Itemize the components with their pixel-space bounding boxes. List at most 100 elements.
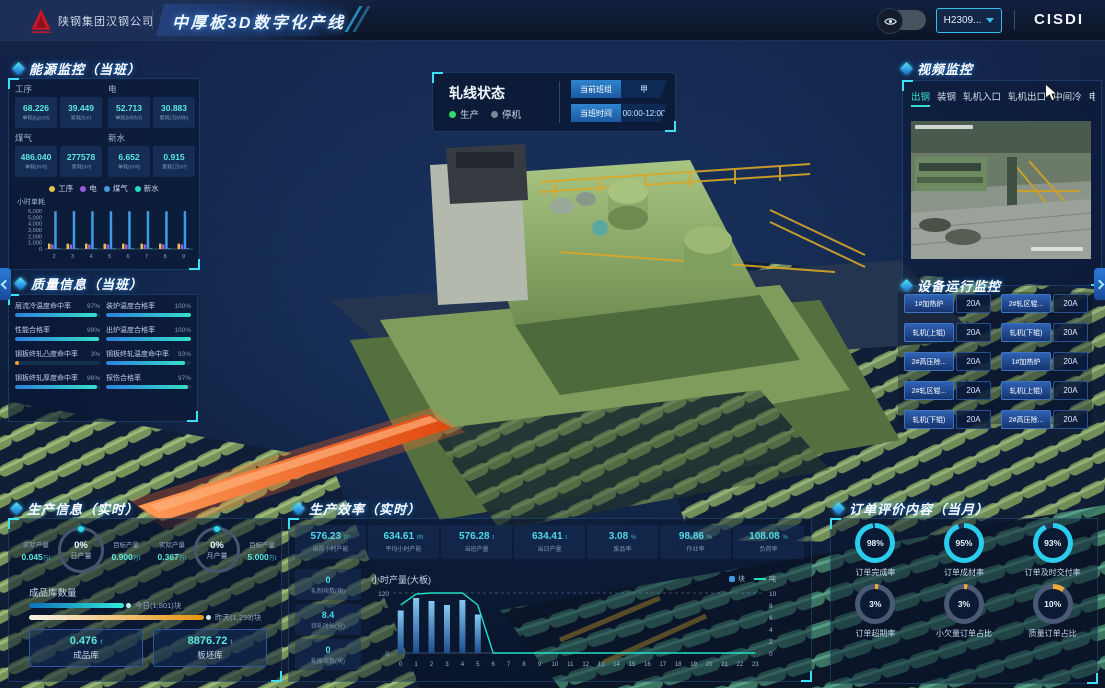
- video-tab-电加热[interactable]: 电加热: [1089, 89, 1095, 107]
- bar-end-dot: [206, 615, 211, 620]
- gauge-actual-label: 实际产量: [17, 539, 55, 549]
- panel-collapse-left[interactable]: [0, 268, 11, 300]
- banner-value: 甲: [621, 80, 667, 98]
- metric-value: 277578: [67, 152, 95, 162]
- efficiency-stat: 576.23 t/h 当前小时产能: [295, 525, 366, 559]
- quality-label: 层流冷温度命中率: [15, 301, 71, 311]
- legend-dot: [135, 186, 141, 192]
- svg-text:14: 14: [613, 662, 620, 668]
- quality-value: 97%: [178, 375, 191, 382]
- stock-title: 成品库数量: [29, 585, 77, 599]
- diamond-icon: [14, 277, 27, 290]
- stock-value: 0.476 t: [70, 635, 103, 647]
- efficiency-stat: 108.08 % 负荷率: [733, 525, 804, 559]
- production-gauge: 实际产量 0.367万t 0% 月产量 目标产量 5.000万t: [153, 527, 281, 573]
- efficiency-side-stat: 0 轧废块数(块): [295, 639, 361, 670]
- video-panel: 出钢装钢轧机入口轧机出口中间冷电加热: [902, 80, 1102, 286]
- svg-text:3: 3: [445, 662, 449, 668]
- svg-text:1,000: 1,000: [28, 241, 42, 247]
- stat-value: 0: [325, 645, 330, 655]
- equipment-current: 20A: [956, 323, 991, 342]
- stat-label: 废品率: [613, 544, 631, 553]
- stat-value: 3.08 %: [609, 531, 637, 542]
- quality-bar: [15, 337, 100, 341]
- status-legend-item: 生产: [449, 107, 479, 121]
- svg-text:5,000: 5,000: [28, 215, 42, 221]
- quality-label: 出炉温度合格率: [106, 325, 155, 335]
- svg-text:0: 0: [769, 651, 773, 658]
- donut-label: 质量订单占比: [1029, 628, 1077, 639]
- diamond-icon: [900, 279, 913, 292]
- quality-item: 层流冷温度命中率 97%: [15, 301, 100, 317]
- panel-collapse-right[interactable]: [1094, 268, 1105, 300]
- stat-value: 0: [325, 575, 330, 585]
- svg-text:2: 2: [52, 254, 55, 260]
- stock-bar: 今日(1,801)块: [29, 599, 273, 611]
- equipment-name: 2#轧区辊...: [904, 381, 954, 400]
- device-dropdown-value: H2309...: [944, 15, 982, 26]
- equipment-current: 20A: [956, 352, 991, 371]
- svg-text:8: 8: [522, 662, 526, 668]
- video-tab-装钢[interactable]: 装钢: [937, 89, 956, 107]
- energy-metric: 486.040 单耗(m³/t): [15, 146, 57, 177]
- equipment-item: 轧机(上辊) 20A: [1001, 381, 1088, 400]
- banner-value: 00:00-12:00: [621, 104, 667, 122]
- gauge-target-label: 目标产量: [243, 539, 281, 549]
- quality-bar: [106, 313, 191, 317]
- metric-label: 累耗(m³): [71, 163, 91, 171]
- video-tab-轧机入口[interactable]: 轧机入口: [963, 89, 1001, 107]
- stat-label: 平均小时产能: [385, 544, 421, 553]
- equipment-current: 20A: [1053, 381, 1088, 400]
- quality-value: 100%: [174, 327, 191, 334]
- status-legend-item: 停机: [491, 107, 521, 121]
- energy-panel: 工序 68.226 单耗(kgce/t) 39.449 累耗(tce) 电 52…: [8, 78, 200, 270]
- svg-text:7: 7: [145, 254, 148, 260]
- gauge-actual-label: 实际产量: [153, 539, 191, 549]
- legend-dot: [49, 186, 55, 192]
- efficiency-stat: 634.61 t/h 平均小时产能: [368, 525, 439, 559]
- equipment-current: 20A: [956, 410, 991, 429]
- quality-panel: 层流冷温度命中率 97% 装炉温度合格率 100% 性能合格率 99% 出炉温度…: [8, 294, 198, 422]
- status-dot: [491, 111, 498, 118]
- energy-group-name: 新水: [108, 132, 195, 144]
- device-dropdown[interactable]: H2309...: [936, 8, 1002, 33]
- legend-item: 工序: [49, 183, 73, 194]
- svg-text:13: 13: [598, 662, 605, 668]
- gauge-actual-value: 0.045万t: [17, 552, 55, 562]
- cctv-video-frame[interactable]: [911, 121, 1091, 259]
- gauge-actual-value: 0.367万t: [153, 552, 191, 562]
- energy-metric: 277578 累耗(m³): [60, 146, 102, 177]
- gauge-ring: 0% 月产量: [194, 527, 240, 573]
- gauge-name: 日产量: [71, 551, 92, 561]
- equipment-panel-title: 设备运行监控: [902, 276, 1001, 295]
- svg-text:2: 2: [430, 662, 434, 668]
- efficiency-side-stats: 0 轧制块数(块) 8.4 待轧时长(分) 0 轧废块数(块): [295, 569, 361, 670]
- stock-bar: 昨天(1,293)块: [29, 611, 273, 623]
- stock-label: 成品库: [73, 649, 99, 661]
- eye-icon: [877, 8, 903, 34]
- energy-metric: 52.713 单耗(kWh/t): [108, 97, 150, 128]
- energy-group: 电 52.713 单耗(kWh/t) 30.883 累耗(万kWh): [108, 83, 195, 128]
- quality-item: 钢板终轧温度命中率 93%: [106, 349, 191, 365]
- quality-label: 性能合格率: [15, 325, 50, 335]
- equipment-item: 轧机(上辊) 20A: [904, 323, 991, 342]
- equipment-name: 轧机(下辊): [904, 410, 954, 429]
- efficiency-panel: 576.23 t/h 当前小时产能 634.61 t/h 平均小时产能 576.…: [288, 518, 812, 682]
- metric-value: 0.915: [163, 152, 184, 162]
- stat-value: 634.61 t/h: [383, 531, 423, 542]
- svg-text:17: 17: [659, 662, 666, 668]
- stock-bars: 今日(1,801)块 昨天(1,293)块: [29, 599, 273, 623]
- legend-item: 新水: [135, 183, 159, 194]
- video-tab-出钢[interactable]: 出钢: [911, 89, 930, 107]
- svg-text:11: 11: [567, 662, 574, 668]
- line-status-legend: 生产 停机: [449, 107, 521, 121]
- video-tab-轧机出口[interactable]: 轧机出口: [1008, 89, 1046, 107]
- visibility-toggle[interactable]: [878, 10, 926, 30]
- quality-bar: [106, 385, 191, 389]
- svg-text:0: 0: [39, 247, 42, 253]
- production-gauge: 实际产量 0.045万t 0% 日产量 目标产量 0.900万t: [17, 527, 145, 573]
- chevron-right-icon: [1095, 279, 1105, 289]
- status-banner: 当前班组 甲: [571, 80, 667, 98]
- order-donut: 3%: [944, 584, 984, 624]
- equipment-current: 20A: [956, 294, 991, 313]
